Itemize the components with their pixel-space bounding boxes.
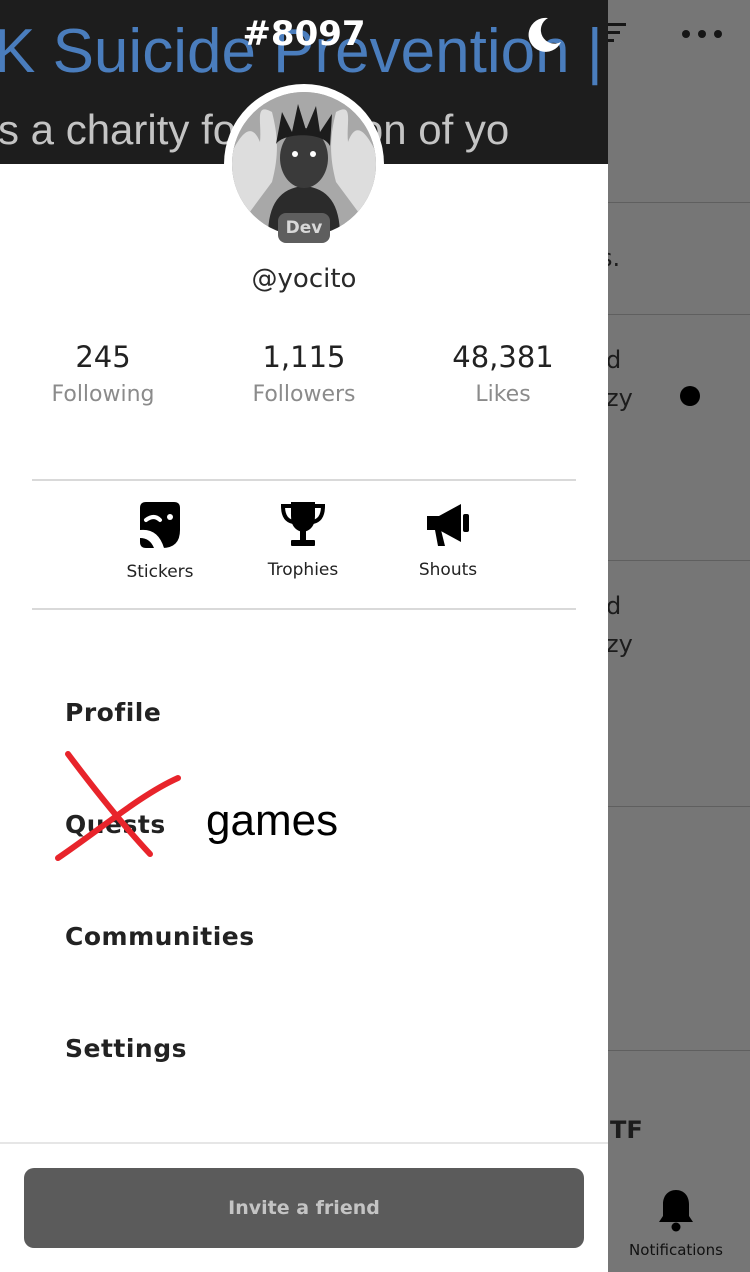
list-item-text: d bbox=[606, 346, 622, 374]
invite-footer: Invite a friend bbox=[0, 1142, 608, 1272]
notifications-tab[interactable]: Notifications bbox=[618, 1188, 734, 1259]
stat-label: Following bbox=[51, 382, 155, 407]
megaphone-icon bbox=[427, 504, 469, 546]
sticker-icon bbox=[140, 502, 180, 548]
side-drawer: K Suicide Prevention | P s a charity fo … bbox=[0, 0, 608, 1272]
stat-following[interactable]: 245 Following bbox=[3, 340, 203, 407]
stat-value: 48,381 bbox=[452, 340, 554, 374]
section-divider bbox=[32, 479, 576, 481]
stat-followers[interactable]: 1,115 Followers bbox=[204, 340, 404, 407]
notifications-label: Notifications bbox=[629, 1241, 723, 1259]
trophy-icon bbox=[281, 502, 325, 546]
shouts-label: Shouts bbox=[418, 560, 478, 580]
list-divider bbox=[608, 1050, 750, 1051]
bell-icon bbox=[659, 1190, 693, 1232]
trophies-label: Trophies bbox=[267, 560, 339, 580]
list-divider bbox=[608, 560, 750, 561]
list-item-text: d bbox=[606, 592, 622, 620]
community-tag: #8097 bbox=[242, 14, 366, 54]
menu-item-settings[interactable]: Settings bbox=[65, 1034, 187, 1063]
list-item-text: zy bbox=[606, 384, 633, 412]
stat-value: 245 bbox=[75, 340, 131, 374]
stat-label: Followers bbox=[252, 382, 356, 407]
list-divider bbox=[608, 806, 750, 807]
menu-item-profile[interactable]: Profile bbox=[65, 698, 161, 727]
list-divider bbox=[608, 202, 750, 203]
stat-label: Likes bbox=[475, 382, 531, 407]
menu-item-communities[interactable]: Communities bbox=[65, 922, 255, 951]
moon-icon[interactable] bbox=[526, 15, 564, 53]
filter-icon[interactable] bbox=[608, 22, 626, 44]
list-item-text: TF bbox=[610, 1116, 643, 1144]
unread-dot bbox=[680, 386, 700, 406]
section-divider bbox=[32, 608, 576, 610]
stickers-button[interactable]: Stickers bbox=[100, 500, 220, 582]
stat-likes[interactable]: 48,381 Likes bbox=[403, 340, 603, 407]
list-item-text: zy bbox=[606, 630, 633, 658]
more-options-icon[interactable] bbox=[682, 28, 722, 40]
list-divider bbox=[608, 314, 750, 315]
shouts-button[interactable]: Shouts bbox=[388, 500, 508, 580]
handwritten-annotation: games bbox=[206, 796, 339, 845]
stickers-label: Stickers bbox=[126, 562, 194, 582]
strikethrough-scribble bbox=[55, 751, 181, 861]
trophies-button[interactable]: Trophies bbox=[243, 500, 363, 580]
role-badge: Dev bbox=[278, 213, 330, 243]
stat-value: 1,115 bbox=[262, 340, 346, 374]
invite-friend-button[interactable]: Invite a friend bbox=[24, 1168, 584, 1248]
username: @yocito bbox=[251, 264, 357, 294]
